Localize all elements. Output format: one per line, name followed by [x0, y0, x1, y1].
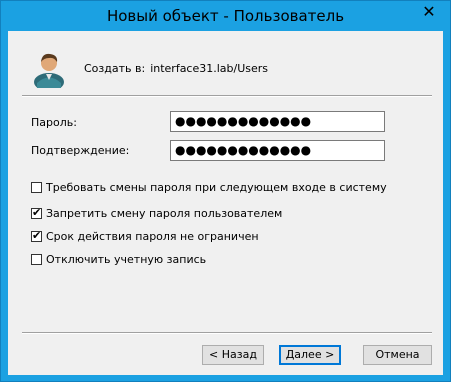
cancel-button[interactable]: Отмена	[363, 345, 432, 365]
checkmark-icon: ✔	[32, 206, 42, 219]
password-label: Пароль:	[31, 116, 77, 129]
dialog-window: Новый объект - Пользователь ✕ Создать в:…	[0, 0, 451, 382]
password-field[interactable]: ●●●●●●●●●●●●●	[170, 111, 385, 132]
checkbox-never-expires[interactable]: ✔	[31, 229, 42, 242]
dialog-client-area: Создать в: interface31.lab/Users Пароль: …	[8, 31, 443, 375]
option-prevent-change[interactable]: ✔ Запретить смену пароля пользователем	[31, 206, 282, 221]
option-disable-account-label: Отключить учетную запись	[46, 253, 207, 266]
confirm-password-field[interactable]: ●●●●●●●●●●●●●	[170, 140, 385, 161]
checkbox-prevent-change[interactable]: ✔	[31, 206, 42, 219]
confirm-password-label: Подтверждение:	[31, 144, 130, 157]
option-never-expires[interactable]: ✔ Срок действия пароля не ограничен	[31, 229, 259, 244]
option-disable-account[interactable]: Отключить учетную запись	[31, 252, 206, 267]
create-in-path: interface31.lab/Users	[150, 62, 269, 75]
option-require-change[interactable]: Требовать смены пароля при следующем вхо…	[31, 180, 387, 195]
option-require-change-label: Требовать смены пароля при следующем вхо…	[46, 181, 387, 194]
create-in-text: Создать в: interface31.lab/Users	[84, 62, 268, 75]
next-button[interactable]: Далее >	[279, 345, 341, 365]
close-icon[interactable]: ✕	[414, 2, 444, 22]
checkmark-icon: ✔	[32, 229, 42, 242]
divider	[22, 95, 432, 97]
create-in-label: Создать в:	[84, 62, 146, 75]
divider	[22, 332, 432, 334]
back-button[interactable]: < Назад	[202, 345, 264, 365]
window-title: Новый объект - Пользователь	[106, 7, 345, 25]
title-bar[interactable]: Новый объект - Пользователь ✕	[1, 1, 450, 31]
user-icon	[34, 53, 64, 88]
option-never-expires-label: Срок действия пароля не ограничен	[46, 230, 259, 243]
checkbox-require-change[interactable]	[31, 182, 42, 193]
option-prevent-change-label: Запретить смену пароля пользователем	[46, 207, 283, 220]
checkbox-disable-account[interactable]	[31, 254, 42, 265]
window-frame-bottom	[8, 375, 443, 381]
